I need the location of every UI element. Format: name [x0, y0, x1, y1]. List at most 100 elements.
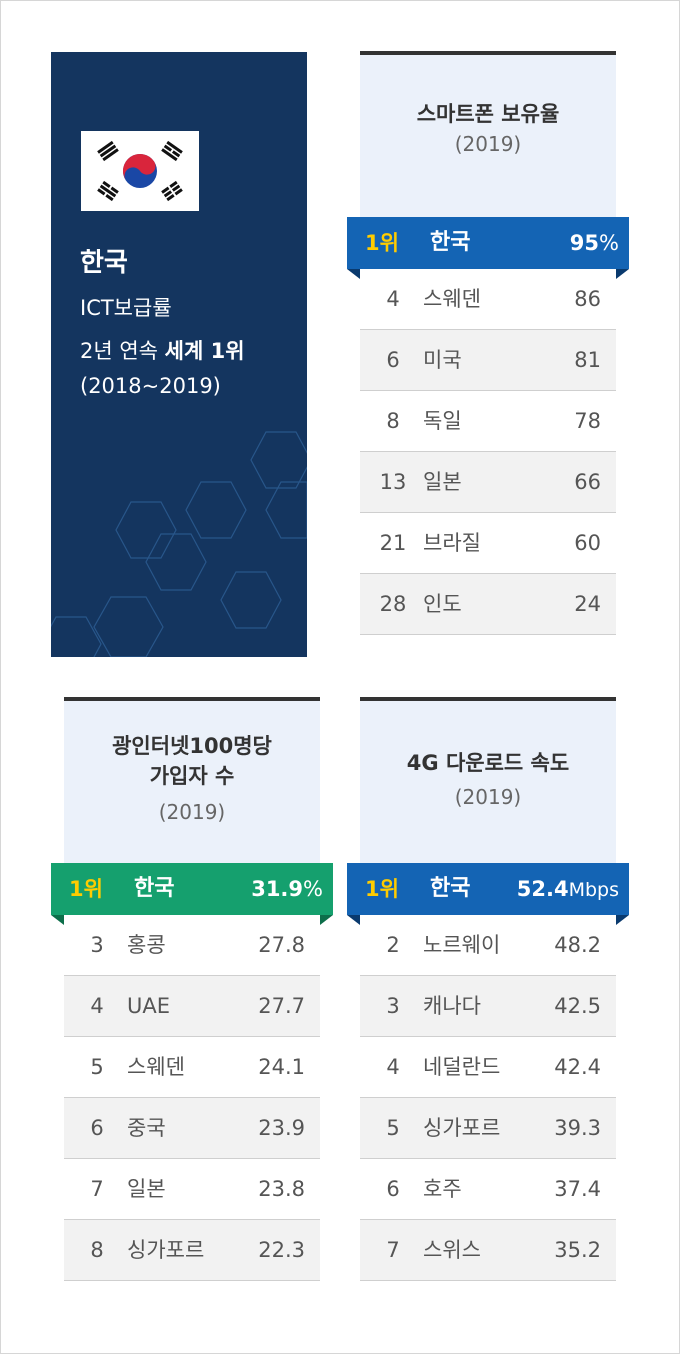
top-rank-label: 1위: [365, 231, 399, 255]
internet-top-rank: 1위 한국 31.9%: [51, 863, 333, 925]
top-rank-label: 1위: [365, 877, 399, 901]
rank-row: 21 브라질 60: [360, 513, 616, 574]
smartphone-top-rank: 1위 한국 95%: [347, 217, 629, 279]
korea-hero-card: 한국 ICT보급률 2년 연속 세계 1위 (2018~2019): [51, 52, 307, 657]
rank-number: 21: [379, 531, 407, 555]
internet-card-title-line2: 가입자 수: [149, 764, 235, 788]
rank-row: 3 홍콩 27.8: [64, 915, 320, 976]
rank-number: 6: [386, 348, 400, 372]
rank-number: 6: [386, 1177, 400, 1201]
rank-row: 2 노르웨이 48.2: [360, 915, 616, 976]
hero-line-ict: ICT보급률: [80, 296, 172, 320]
rank-row: 13 일본 66: [360, 452, 616, 513]
rank-row: 7 스위스 35.2: [360, 1220, 616, 1281]
rank-value: 60: [574, 531, 601, 555]
rank-value: 27.8: [258, 933, 305, 957]
rank-value: 81: [574, 348, 601, 372]
country-name: 일본: [127, 1177, 166, 1201]
country-name: 일본: [423, 470, 462, 494]
rank-value: 66: [574, 470, 601, 494]
country-name: 스위스: [423, 1238, 481, 1262]
top-rank-value: 31.9%: [251, 863, 323, 915]
rank-value: 27.7: [258, 994, 305, 1018]
download-rank-list: 2 노르웨이 48.2 3 캐나다 42.5 4 네덜란드 42.4 5 싱가포르 39.3 6…: [360, 915, 616, 1281]
korea-flag-icon: [81, 131, 199, 211]
country-name: 호주: [423, 1177, 462, 1201]
country-name: 캐나다: [423, 994, 481, 1018]
download-card-year: (2019): [454, 785, 522, 809]
top-rank-country: 한국: [430, 230, 471, 255]
rank-value: 39.3: [554, 1116, 601, 1140]
download-top-rank: 1위 한국 52.4Mbps: [347, 863, 629, 925]
rank-row: 6 호주 37.4: [360, 1159, 616, 1220]
rank-value: 48.2: [554, 933, 601, 957]
rank-number: 4: [386, 1055, 400, 1079]
rank-number: 8: [386, 409, 400, 433]
rank-row: 4 네덜란드 42.4: [360, 1037, 616, 1098]
ribbon-fold-right: [616, 915, 629, 925]
rank-number: 28: [379, 592, 407, 616]
rank-row: 6 미국 81: [360, 330, 616, 391]
rank-number: 5: [90, 1055, 104, 1079]
rank-value: 42.4: [554, 1055, 601, 1079]
country-name: 스웨덴: [423, 287, 481, 311]
rank-value: 42.5: [554, 994, 601, 1018]
rank-row: 8 싱가포르 22.3: [64, 1220, 320, 1281]
rank-value: 86: [574, 287, 601, 311]
country-name: 싱가포르: [423, 1116, 501, 1140]
rank-number: 7: [90, 1177, 104, 1201]
top-rank-number: 31.9: [251, 877, 304, 901]
ribbon-fold-right: [616, 269, 629, 279]
download-card-header: 4G 다운로드 속도 (2019): [360, 697, 616, 863]
ribbon-fold-left: [347, 269, 360, 279]
top-rank-number: 52.4: [516, 877, 569, 901]
internet-card-title-line1: 광인터넷100명당: [112, 734, 272, 758]
country-name: 미국: [423, 348, 462, 372]
rank-row: 8 독일 78: [360, 391, 616, 452]
country-name: 인도: [423, 592, 462, 616]
rank-number: 3: [90, 933, 104, 957]
smartphone-card-title: 스마트폰 보유율: [416, 102, 560, 126]
rank-value: 23.8: [258, 1177, 305, 1201]
rank-value: 24.1: [258, 1055, 305, 1079]
smartphone-rank-list: 4 스웨덴 86 6 미국 81 8 독일 78 13 일본 66 21 브라질 60 28 인도 24: [360, 269, 616, 635]
top-rank-label: 1위: [69, 877, 103, 901]
ribbon-fold-left: [51, 915, 64, 925]
ribbon-fold-left: [347, 915, 360, 925]
top-rank-unit: %: [599, 231, 619, 255]
top-rank-value: 95%: [570, 217, 619, 269]
rank-number: 6: [90, 1116, 104, 1140]
rank-number: 4: [386, 287, 400, 311]
rank-number: 8: [90, 1238, 104, 1262]
country-name: UAE: [127, 994, 171, 1018]
rank-row: 4 스웨덴 86: [360, 269, 616, 330]
country-name: 스웨덴: [127, 1055, 185, 1079]
hero-country: 한국: [80, 248, 128, 278]
country-name: 브라질: [423, 531, 481, 555]
country-name: 네덜란드: [423, 1055, 501, 1079]
country-name: 중국: [127, 1116, 166, 1140]
top-rank-number: 95: [569, 231, 600, 255]
rank-value: 78: [574, 409, 601, 433]
hero-line-rank: 2년 연속 세계 1위: [80, 335, 245, 365]
hero-line-years: (2018~2019): [80, 374, 221, 398]
rank-value: 24: [574, 592, 601, 616]
download-card-title: 4G 다운로드 속도: [406, 751, 570, 775]
rank-row: 5 싱가포르 39.3: [360, 1098, 616, 1159]
rank-row: 28 인도 24: [360, 574, 616, 635]
top-rank-unit: %: [303, 877, 323, 901]
rank-value: 37.4: [554, 1177, 601, 1201]
rank-row: 6 중국 23.9: [64, 1098, 320, 1159]
rank-value: 23.9: [258, 1116, 305, 1140]
rank-number: 4: [90, 994, 104, 1018]
smartphone-card-header: 스마트폰 보유율 (2019): [360, 51, 616, 217]
rank-number: 2: [386, 933, 400, 957]
country-name: 독일: [423, 409, 462, 433]
ribbon-fold-right: [320, 915, 333, 925]
rank-number: 13: [379, 470, 407, 494]
rank-number: 7: [386, 1238, 400, 1262]
country-name: 홍콩: [127, 933, 166, 957]
top-rank-country: 한국: [134, 876, 175, 901]
top-rank-country: 한국: [430, 876, 471, 901]
internet-card-header: 광인터넷100명당 가입자 수 (2019): [64, 697, 320, 863]
